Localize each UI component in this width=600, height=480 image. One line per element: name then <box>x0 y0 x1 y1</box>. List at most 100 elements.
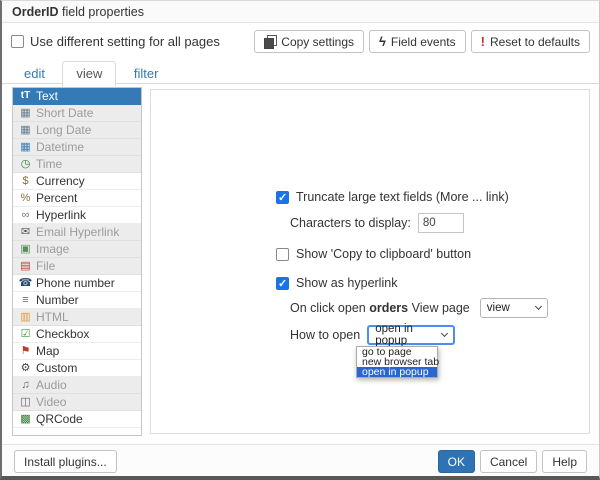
footer-bar: Install plugins... OK Cancel Help <box>2 444 599 476</box>
hyperlink-checkbox[interactable] <box>276 277 289 290</box>
tab-view[interactable]: view <box>62 61 116 87</box>
cancel-button[interactable]: Cancel <box>480 450 537 473</box>
use-different-setting-checkbox[interactable] <box>11 35 24 48</box>
sidebar-item-hyperlink[interactable]: ∞Hyperlink <box>13 207 141 224</box>
calendar-icon: ▦ <box>18 125 33 136</box>
sidebar-item-phone-number[interactable]: ☎Phone number <box>13 275 141 292</box>
sidebar-item-label: Time <box>36 156 62 172</box>
copy-settings-label: Copy settings <box>281 35 354 49</box>
hyperlink-checkbox-row[interactable]: Show as hyperlink <box>276 276 589 290</box>
clipboard-checkbox-row[interactable]: Show 'Copy to clipboard' button <box>276 247 589 261</box>
sidebar-item-datetime[interactable]: ▦Datetime <box>13 139 141 156</box>
onclick-text: On click open orders View page <box>290 301 470 315</box>
sidebar-item-label: Map <box>36 343 59 359</box>
sidebar-item-file[interactable]: ▤File <box>13 258 141 275</box>
ok-button[interactable]: OK <box>438 450 475 473</box>
chevron-down-icon <box>535 303 542 310</box>
sidebar-item-text[interactable]: tTText <box>13 88 141 105</box>
lightning-icon: ϟ <box>379 35 386 48</box>
video-icon: ◫ <box>18 397 33 408</box>
sidebar-item-label: Long Date <box>36 122 91 138</box>
sidebar-item-label: HTML <box>36 309 69 325</box>
characters-input[interactable] <box>418 213 464 233</box>
view-page-select-value: view <box>487 302 510 314</box>
sidebar-item-label: Number <box>36 292 79 308</box>
tab-edit[interactable]: edit <box>11 62 58 86</box>
characters-row: Characters to display: <box>276 213 589 233</box>
sidebar-item-video[interactable]: ◫Video <box>13 394 141 411</box>
reset-defaults-button[interactable]: ! Reset to defaults <box>471 30 590 53</box>
table-name: orders <box>369 301 408 315</box>
field-events-button[interactable]: ϟ Field events <box>369 30 466 53</box>
sidebar-item-email-hyperlink[interactable]: ✉Email Hyperlink <box>13 224 141 241</box>
tab-bar: edit view filter <box>2 60 599 84</box>
characters-label: Characters to display: <box>290 216 411 230</box>
field-properties-dialog: OrderID field properties Use different s… <box>0 0 600 480</box>
dialog-title: OrderID field properties <box>2 1 599 23</box>
how-to-open-label: How to open <box>290 328 360 342</box>
field-type-list: tTText ▦Short Date ▦Long Date ▦Datetime … <box>12 87 142 436</box>
sidebar-item-html[interactable]: ▥HTML <box>13 309 141 326</box>
hyperlink-label: Show as hyperlink <box>296 276 397 290</box>
envelope-icon: ✉ <box>18 227 33 238</box>
sidebar-item-audio[interactable]: ♫Audio <box>13 377 141 394</box>
truncate-checkbox-row[interactable]: Truncate large text fields (More ... lin… <box>276 190 589 204</box>
how-to-open-select[interactable]: open in popup <box>367 325 455 345</box>
header-row: Use different setting for all pages Copy… <box>2 23 599 60</box>
onclick-row: On click open orders View page view <box>276 298 589 318</box>
use-different-setting-checkbox-row[interactable]: Use different setting for all pages <box>11 34 220 49</box>
header-buttons: Copy settings ϟ Field events ! Reset to … <box>254 30 590 53</box>
sidebar-item-label: Currency <box>36 173 85 189</box>
sidebar-item-label: Short Date <box>36 105 93 121</box>
sidebar-item-time[interactable]: ◷Time <box>13 156 141 173</box>
sidebar-item-label: File <box>36 258 55 274</box>
truncate-checkbox[interactable] <box>276 191 289 204</box>
checkbox-icon: ☑ <box>18 329 33 340</box>
field-events-label: Field events <box>391 35 456 49</box>
clipboard-checkbox[interactable] <box>276 248 289 261</box>
reset-defaults-label: Reset to defaults <box>490 35 580 49</box>
how-to-open-select-value: open in popup <box>375 323 442 347</box>
sidebar-item-label: Video <box>36 394 66 410</box>
calendar-icon: ▦ <box>18 108 33 119</box>
sidebar-item-label: Text <box>36 88 58 104</box>
gear-icon: ⚙ <box>18 363 33 374</box>
tab-filter[interactable]: filter <box>121 62 172 86</box>
music-note-icon: ♫ <box>18 380 33 391</box>
view-settings-panel: Truncate large text fields (More ... lin… <box>150 89 590 434</box>
sidebar-item-map[interactable]: ⚑Map <box>13 343 141 360</box>
sidebar-item-label: Email Hyperlink <box>36 224 119 240</box>
clock-icon: ◷ <box>18 159 33 170</box>
view-page-select[interactable]: view <box>480 298 548 318</box>
file-icon: ▤ <box>18 261 33 272</box>
truncate-label: Truncate large text fields (More ... lin… <box>296 190 509 204</box>
chevron-down-icon <box>441 330 448 337</box>
sidebar-item-number[interactable]: ≡Number <box>13 292 141 309</box>
sidebar-item-qrcode[interactable]: ▩QRCode <box>13 411 141 428</box>
sidebar-item-label: Datetime <box>36 139 84 155</box>
title-suffix: field properties <box>59 5 144 19</box>
sidebar-item-image[interactable]: ▣Image <box>13 241 141 258</box>
help-button[interactable]: Help <box>542 450 587 473</box>
sidebar-item-label: Percent <box>36 190 77 206</box>
how-to-open-dropdown: go to page new browser tab open in popup <box>356 346 438 378</box>
sidebar-item-label: Custom <box>36 360 77 376</box>
exclamation-icon: ! <box>481 35 485 48</box>
copy-icon <box>264 35 276 48</box>
text-icon: tT <box>18 91 33 101</box>
phone-icon: ☎ <box>18 278 33 289</box>
sidebar-item-custom[interactable]: ⚙Custom <box>13 360 141 377</box>
sidebar-item-currency[interactable]: $Currency <box>13 173 141 190</box>
how-to-open-row: How to open open in popup go to page new… <box>276 325 589 345</box>
sidebar-item-long-date[interactable]: ▦Long Date <box>13 122 141 139</box>
sidebar-item-percent[interactable]: %Percent <box>13 190 141 207</box>
sidebar-item-label: Hyperlink <box>36 207 86 223</box>
sidebar-item-checkbox[interactable]: ☑Checkbox <box>13 326 141 343</box>
percent-icon: % <box>18 193 33 204</box>
link-icon: ∞ <box>18 210 33 221</box>
option-open-in-popup[interactable]: open in popup <box>357 367 437 377</box>
sidebar-item-short-date[interactable]: ▦Short Date <box>13 105 141 122</box>
sidebar-item-label: Checkbox <box>36 326 89 342</box>
copy-settings-button[interactable]: Copy settings <box>254 30 364 53</box>
install-plugins-button[interactable]: Install plugins... <box>14 450 117 473</box>
